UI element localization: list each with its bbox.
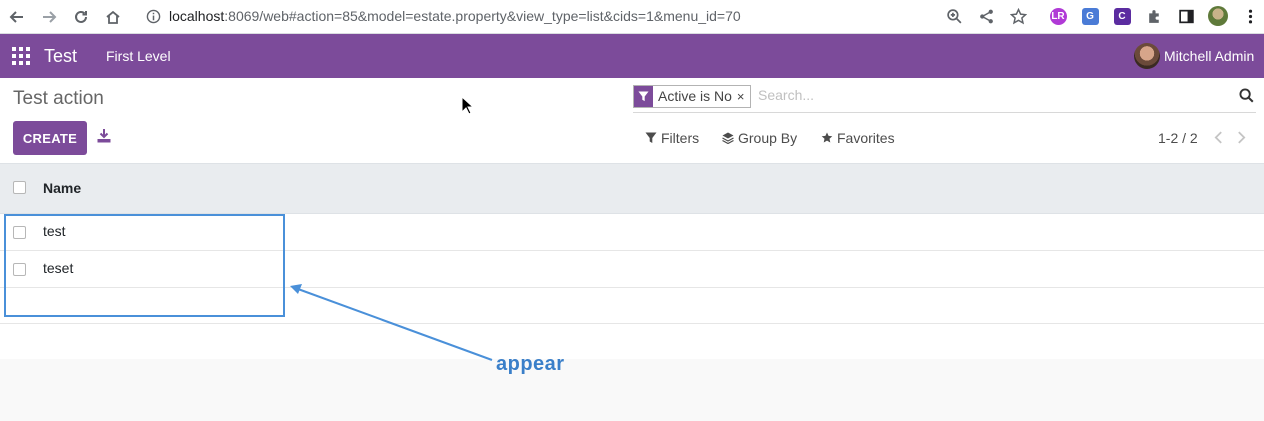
pager-next-icon[interactable] <box>1234 129 1248 145</box>
address-bar[interactable]: localhost:8069/web#action=85&model=estat… <box>169 7 741 25</box>
table-header: Name <box>0 164 1264 214</box>
extension-lr-icon[interactable]: LR <box>1047 5 1069 27</box>
apps-menu-icon[interactable] <box>12 47 30 65</box>
share-icon[interactable] <box>975 5 997 27</box>
site-info-icon[interactable] <box>144 7 162 25</box>
user-menu[interactable]: Mitchell Admin <box>1164 47 1254 65</box>
favorites-label: Favorites <box>837 130 895 146</box>
browser-toolbar: localhost:8069/web#action=85&model=estat… <box>0 0 1264 34</box>
bookmark-star-icon[interactable] <box>1007 5 1029 27</box>
pager-previous-icon[interactable] <box>1211 129 1225 145</box>
star-icon <box>821 132 833 143</box>
export-download-icon[interactable] <box>96 128 112 144</box>
back-icon[interactable] <box>4 4 30 30</box>
main-navbar: Test First Level Mitchell Admin <box>0 34 1264 78</box>
empty-row <box>0 324 1264 360</box>
control-panel: Test action CREATE Active is No × Search… <box>0 78 1264 164</box>
menu-item-first-level[interactable]: First Level <box>106 47 171 65</box>
filters-button[interactable]: Filters <box>645 129 699 147</box>
user-avatar[interactable] <box>1134 43 1160 69</box>
home-icon[interactable] <box>100 4 126 30</box>
page-title: Test action <box>13 88 104 109</box>
search-input[interactable]: Search... <box>758 87 814 103</box>
extensions-puzzle-icon[interactable] <box>1143 5 1165 27</box>
column-header-name[interactable]: Name <box>43 180 81 196</box>
profile-avatar-icon[interactable] <box>1207 5 1229 27</box>
search-facet: Active is No × <box>633 85 751 108</box>
annotation-highlight-box <box>4 214 285 317</box>
browser-menu-icon[interactable] <box>1239 5 1261 27</box>
side-panel-icon[interactable] <box>1175 5 1197 27</box>
extension-translate-icon[interactable]: G <box>1079 5 1101 27</box>
group-by-button[interactable]: Group By <box>722 129 797 147</box>
forward-icon[interactable] <box>36 4 62 30</box>
url-path: :8069/web#action=85&model=estate.propert… <box>224 8 741 24</box>
search-underline <box>633 112 1256 113</box>
filters-label: Filters <box>661 130 700 146</box>
annotation-label: appear <box>496 353 565 375</box>
mouse-cursor-icon <box>461 96 475 115</box>
url-host: localhost <box>169 8 225 24</box>
facet-remove-icon[interactable]: × <box>737 89 750 104</box>
filter-icon <box>645 132 657 143</box>
search-icon[interactable] <box>1239 88 1255 104</box>
facet-value: Active is No <box>658 88 732 104</box>
zoom-icon[interactable] <box>943 5 965 27</box>
extension-c-icon[interactable]: C <box>1111 5 1133 27</box>
group-by-label: Group By <box>738 130 798 146</box>
list-background <box>0 359 1264 421</box>
select-all-checkbox[interactable] <box>13 181 26 194</box>
favorites-button[interactable]: Favorites <box>821 129 895 147</box>
create-button[interactable]: CREATE <box>13 121 87 155</box>
pager-value[interactable]: 1-2 / 2 <box>1158 129 1198 147</box>
reload-icon[interactable] <box>68 4 94 30</box>
layers-icon <box>722 132 734 144</box>
filter-funnel-icon <box>634 86 653 107</box>
app-name[interactable]: Test <box>44 45 77 67</box>
